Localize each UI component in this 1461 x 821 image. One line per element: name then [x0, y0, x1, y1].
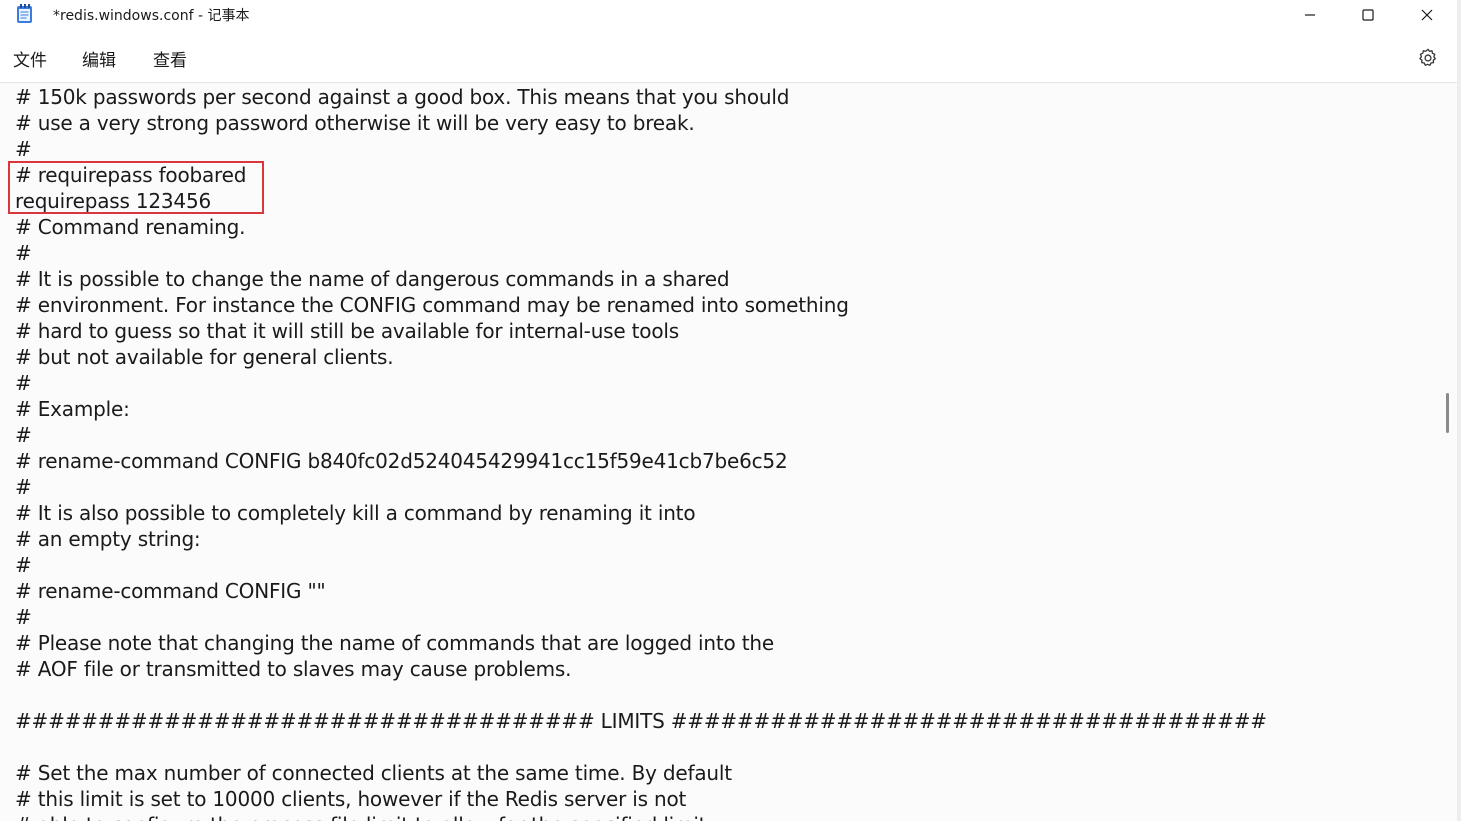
editor-line: # It is possible to change the name of d…	[15, 267, 730, 291]
editor-line: #	[15, 475, 32, 499]
editor-line: #	[15, 241, 32, 265]
editor-line: ################################### LIMI…	[15, 709, 1267, 733]
menu-view[interactable]: 查看	[153, 46, 187, 71]
window-edge	[1457, 0, 1461, 821]
editor-line: # rename-command CONFIG b840fc02d5240454…	[15, 449, 788, 473]
editor-line: # It is also possible to completely kill…	[15, 501, 696, 525]
editor-line: # Example:	[15, 397, 130, 421]
editor-line: # Command renaming.	[15, 215, 246, 239]
menu-edit[interactable]: 编辑	[82, 46, 116, 71]
notepad-window: *redis.windows.conf - 记事本 文件 编辑 查看 # 150…	[0, 0, 1461, 821]
close-icon	[1421, 9, 1433, 21]
editor-line: # hard to guess so that it will still be…	[15, 319, 679, 343]
editor-line: # but not available for general clients.	[15, 345, 394, 369]
menu-file[interactable]: 文件	[13, 46, 47, 71]
editor-line: #	[15, 553, 32, 577]
scrollbar-thumb[interactable]	[1446, 393, 1449, 433]
gear-icon[interactable]	[1417, 47, 1439, 69]
title-bar: *redis.windows.conf - 记事本	[0, 0, 1461, 30]
editor-line: #	[15, 423, 32, 447]
editor-line: # 150k passwords per second against a go…	[15, 85, 790, 109]
editor-line: # use a very strong password otherwise i…	[15, 111, 695, 135]
editor-line	[15, 682, 1267, 708]
editor-line: # this limit is set to 10000 clients, ho…	[15, 787, 687, 811]
editor-line: #	[15, 137, 32, 161]
editor-line: # Set the max number of connected client…	[15, 761, 732, 785]
minimize-button[interactable]	[1281, 0, 1339, 30]
editor-line	[15, 734, 1267, 760]
menu-bar: 文件 编辑 查看	[0, 30, 1461, 83]
editor-line: # requirepass foobared	[15, 163, 247, 187]
editor-line: # AOF file or transmitted to slaves may …	[15, 657, 572, 681]
text-editor[interactable]: # 150k passwords per second against a go…	[0, 83, 1444, 821]
editor-line: # environment. For instance the CONFIG c…	[15, 293, 849, 317]
maximize-button[interactable]	[1339, 0, 1397, 30]
editor-lines: # 150k passwords per second against a go…	[15, 84, 1267, 821]
notepad-icon	[17, 4, 32, 23]
editor-line: #	[15, 371, 32, 395]
editor-line: # an empty string:	[15, 527, 201, 551]
editor-line: # able to configure the process file lim…	[15, 812, 1267, 821]
maximize-icon	[1362, 9, 1374, 21]
minimize-icon	[1305, 14, 1315, 16]
editor-line: # rename-command CONFIG ""	[15, 579, 326, 603]
window-title: *redis.windows.conf - 记事本	[53, 8, 250, 24]
editor-line: #	[15, 605, 32, 629]
close-button[interactable]	[1398, 0, 1456, 30]
editor-line: requirepass 123456	[15, 189, 211, 213]
editor-line: # Please note that changing the name of …	[15, 631, 774, 655]
